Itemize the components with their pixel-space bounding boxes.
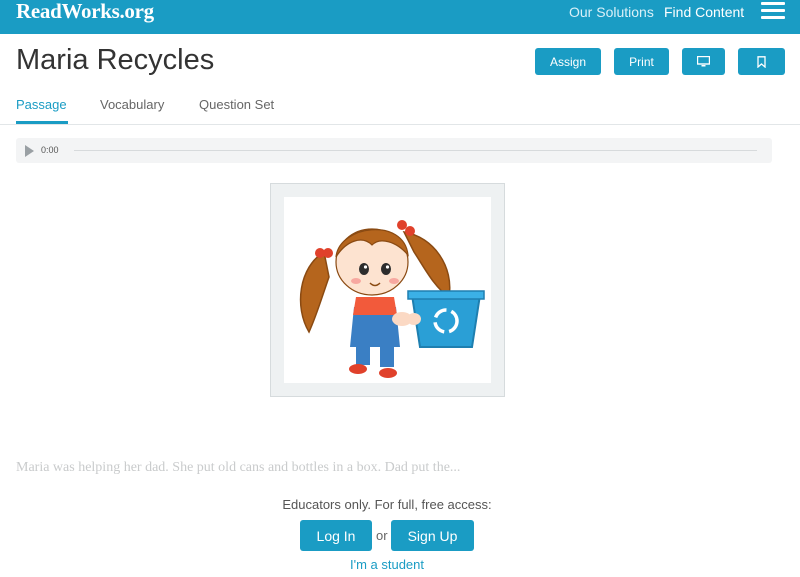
tabs-divider (0, 124, 800, 125)
nav-our-solutions[interactable]: Our Solutions (569, 4, 654, 20)
audio-progress-track[interactable] (74, 150, 757, 151)
sign-up-button[interactable]: Sign Up (391, 520, 474, 551)
tab-passage[interactable]: Passage (16, 97, 67, 113)
access-prompt: Educators only. For full, free access: (282, 497, 492, 512)
readworks-logo[interactable]: ReadWorks.org (16, 0, 154, 22)
passage-illustration (284, 197, 491, 383)
audio-time: 0:00 (41, 145, 59, 155)
present-button[interactable] (682, 48, 725, 75)
tab-vocabulary[interactable]: Vocabulary (100, 97, 164, 113)
top-nav-bar: ReadWorks.org Our Solutions Find Content (0, 0, 800, 34)
student-link[interactable]: I'm a student (0, 557, 774, 573)
audio-player: 0:00 (16, 138, 772, 163)
nav-find-content[interactable]: Find Content (664, 4, 744, 20)
play-icon[interactable] (25, 145, 34, 157)
or-label: or (376, 528, 388, 543)
bookmark-button[interactable] (738, 48, 785, 75)
bookmark-icon (757, 55, 766, 68)
page-title: Maria Recycles (16, 44, 215, 76)
log-in-button[interactable]: Log In (300, 520, 372, 551)
assign-button[interactable]: Assign (535, 48, 601, 75)
passage-preview: Maria was helping her dad. She put old c… (16, 460, 461, 475)
monitor-icon (697, 56, 710, 67)
print-button[interactable]: Print (614, 48, 669, 75)
passage-image-frame (270, 183, 505, 397)
hamburger-icon[interactable] (761, 1, 785, 21)
tab-question-set[interactable]: Question Set (199, 97, 274, 113)
girl-recycling-illustration (299, 220, 485, 378)
